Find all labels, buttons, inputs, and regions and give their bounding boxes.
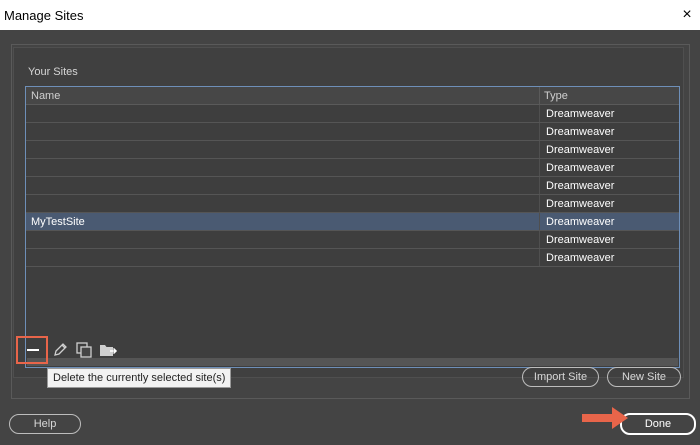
site-type: Dreamweaver bbox=[546, 198, 615, 210]
table-row[interactable]: Dreamweaver bbox=[26, 249, 679, 267]
site-type: Dreamweaver bbox=[546, 234, 615, 246]
table-row[interactable]: Dreamweaver bbox=[26, 231, 679, 249]
arrow-right-icon bbox=[582, 407, 628, 429]
horizontal-scrollbar[interactable] bbox=[27, 358, 678, 366]
site-type: Dreamweaver bbox=[546, 252, 615, 264]
import-site-button[interactable]: Import Site bbox=[522, 367, 599, 387]
new-site-button[interactable]: New Site bbox=[607, 367, 681, 387]
manage-sites-dialog: Your Sites Name Type Dreamweaver Dreamwe… bbox=[0, 30, 700, 445]
highlight-box bbox=[16, 336, 48, 364]
table-row[interactable]: Dreamweaver bbox=[26, 141, 679, 159]
table-row[interactable]: Dreamweaver bbox=[26, 123, 679, 141]
site-type: Dreamweaver bbox=[546, 126, 615, 138]
cell-divider bbox=[539, 231, 540, 248]
table-header: Name Type bbox=[26, 87, 679, 105]
duplicate-icon[interactable] bbox=[74, 340, 94, 360]
site-name: MyTestSite bbox=[31, 216, 85, 228]
your-sites-label: Your Sites bbox=[28, 66, 78, 78]
tooltip: Delete the currently selected site(s) bbox=[47, 368, 232, 388]
cell-divider bbox=[539, 123, 540, 140]
cell-divider bbox=[539, 195, 540, 212]
table-row[interactable]: Dreamweaver bbox=[26, 177, 679, 195]
table-row[interactable]: Dreamweaver bbox=[26, 195, 679, 213]
done-button[interactable]: Done bbox=[620, 413, 696, 435]
window-title: Manage Sites bbox=[4, 8, 84, 23]
site-type: Dreamweaver bbox=[546, 180, 615, 192]
column-header-name[interactable]: Name bbox=[31, 90, 60, 102]
table-row[interactable]: Dreamweaver bbox=[26, 105, 679, 123]
cell-divider bbox=[539, 249, 540, 266]
pencil-icon[interactable] bbox=[50, 340, 70, 360]
site-type: Dreamweaver bbox=[546, 162, 615, 174]
cell-divider bbox=[539, 177, 540, 194]
table-row-selected[interactable]: MyTestSite Dreamweaver bbox=[26, 213, 679, 231]
close-icon[interactable]: × bbox=[678, 6, 696, 24]
cell-divider bbox=[539, 105, 540, 122]
sites-table: Name Type Dreamweaver Dreamweaver Dreamw… bbox=[25, 86, 680, 368]
table-row[interactable]: Dreamweaver bbox=[26, 159, 679, 177]
column-header-type[interactable]: Type bbox=[544, 90, 568, 102]
site-type: Dreamweaver bbox=[546, 108, 615, 120]
cell-divider bbox=[539, 213, 540, 230]
site-type: Dreamweaver bbox=[546, 144, 615, 156]
site-type: Dreamweaver bbox=[546, 216, 615, 228]
cell-divider bbox=[539, 159, 540, 176]
help-button[interactable]: Help bbox=[9, 414, 81, 434]
export-icon[interactable] bbox=[98, 340, 118, 360]
cell-divider bbox=[539, 141, 540, 158]
title-bar: Manage Sites × bbox=[0, 0, 700, 30]
column-divider bbox=[539, 87, 540, 105]
